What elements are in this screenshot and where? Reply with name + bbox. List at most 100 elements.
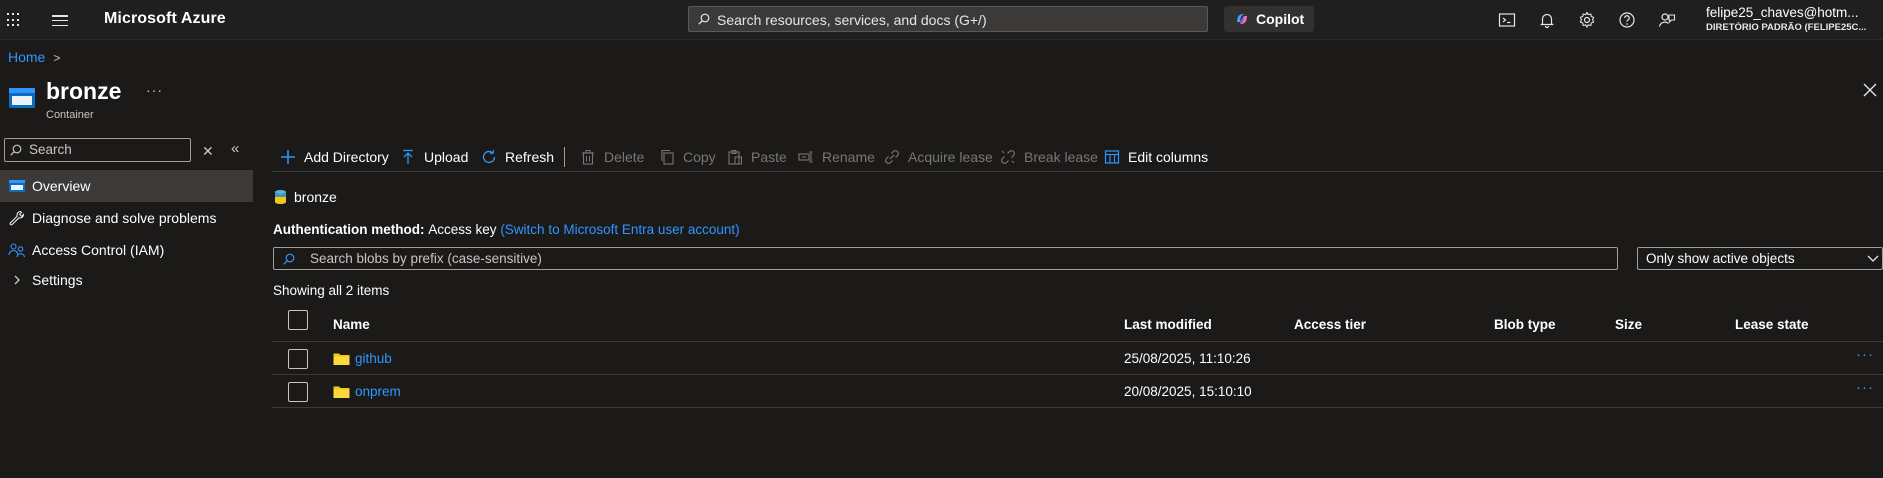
sidebar-item-access-control[interactable]: Access Control (IAM) — [0, 234, 253, 266]
upload-button[interactable]: Upload — [400, 143, 468, 171]
row-more-button[interactable]: ··· — [1856, 379, 1874, 396]
top-bar: Microsoft Azure Search resources, servic… — [0, 0, 1883, 40]
row-last-modified: 20/08/2025, 15:10:10 — [1124, 384, 1252, 399]
lease-link-icon — [885, 150, 899, 164]
container-path-label[interactable]: bronze — [294, 189, 337, 205]
trash-icon — [582, 150, 594, 165]
break-lease-button[interactable]: Break lease — [1000, 143, 1098, 171]
table-row[interactable]: github 25/08/2025, 11:10:26 ··· — [272, 342, 1883, 375]
row-checkbox[interactable] — [288, 349, 308, 369]
auth-method-value: Access key — [428, 222, 497, 237]
row-name-link[interactable]: github — [355, 351, 392, 366]
command-bar-divider — [272, 171, 1883, 172]
row-more-button[interactable]: ··· — [1856, 346, 1874, 363]
blob-prefix-search-placeholder: Search blobs by prefix (case-sensitive) — [310, 251, 542, 266]
delete-label: Delete — [604, 149, 645, 165]
rename-icon — [798, 151, 813, 163]
sidebar-item-label: Settings — [32, 272, 83, 288]
sidebar-search-input[interactable]: Search — [4, 138, 191, 162]
edit-columns-icon — [1104, 150, 1120, 164]
settings-gear-icon[interactable] — [1577, 10, 1597, 30]
search-icon — [10, 144, 22, 156]
switch-to-entra-link[interactable]: (Switch to Microsoft Entra user account) — [500, 222, 739, 237]
search-icon — [698, 13, 710, 25]
account-menu[interactable]: felipe25_chaves@hotm... DIRETÓRIO PADRÃO… — [1706, 5, 1883, 33]
sidebar-item-diagnose[interactable]: Diagnose and solve problems — [0, 202, 253, 234]
break-lease-label: Break lease — [1024, 149, 1098, 165]
column-blob-type[interactable]: Blob type — [1494, 317, 1556, 332]
edit-columns-button[interactable]: Edit columns — [1104, 143, 1208, 171]
container-cylinder-icon — [275, 190, 286, 204]
column-lease-state[interactable]: Lease state — [1735, 317, 1809, 332]
account-directory: DIRETÓRIO PADRÃO (FELIPE25C... — [1706, 22, 1867, 33]
column-size[interactable]: Size — [1615, 317, 1642, 332]
help-icon[interactable] — [1617, 10, 1637, 30]
chevron-down-icon — [1867, 255, 1879, 262]
copilot-button[interactable]: Copilot — [1224, 6, 1314, 32]
sidebar-item-overview[interactable]: Overview — [0, 170, 253, 202]
sidebar-item-settings[interactable]: Settings — [0, 264, 253, 296]
more-options-button[interactable]: ··· — [146, 82, 163, 98]
row-checkbox[interactable] — [288, 382, 308, 402]
page-title: bronze — [46, 78, 122, 104]
clear-search-button[interactable]: ✕ — [202, 143, 214, 160]
sidebar-search-placeholder: Search — [29, 142, 72, 157]
people-icon — [8, 243, 26, 258]
add-directory-button[interactable]: Add Directory — [280, 143, 389, 171]
breadcrumb-separator: > — [53, 51, 61, 65]
copy-icon — [661, 149, 674, 165]
blob-prefix-search-input[interactable]: Search blobs by prefix (case-sensitive) — [273, 247, 1618, 270]
acquire-lease-button[interactable]: Acquire lease — [884, 143, 993, 171]
column-last-modified[interactable]: Last modified — [1124, 317, 1212, 332]
search-icon — [283, 253, 295, 265]
acquire-lease-label: Acquire lease — [908, 149, 993, 165]
refresh-icon — [482, 149, 496, 164]
collapse-sidebar-button[interactable]: « — [231, 140, 239, 157]
active-objects-value: Only show active objects — [1646, 251, 1795, 266]
copy-button[interactable]: Copy — [659, 143, 716, 171]
table-row[interactable]: onprem 20/08/2025, 15:10:10 ··· — [272, 375, 1883, 408]
command-divider — [564, 147, 565, 167]
cloud-shell-icon[interactable] — [1497, 10, 1517, 30]
global-search-input[interactable]: Search resources, services, and docs (G+… — [688, 6, 1208, 32]
chevron-right-icon — [14, 275, 20, 285]
break-link-icon — [1001, 150, 1015, 164]
sidebar-item-label: Diagnose and solve problems — [32, 210, 217, 226]
add-directory-label: Add Directory — [304, 149, 389, 165]
rename-button[interactable]: Rename — [798, 143, 875, 171]
copilot-icon — [1237, 14, 1247, 24]
upload-label: Upload — [424, 149, 469, 165]
column-name[interactable]: Name — [333, 317, 370, 332]
wrench-icon — [9, 210, 25, 226]
refresh-button[interactable]: Refresh — [481, 143, 554, 171]
refresh-label: Refresh — [505, 149, 555, 165]
global-search-placeholder: Search resources, services, and docs (G+… — [717, 12, 987, 28]
container-icon — [9, 88, 35, 108]
close-icon[interactable] — [1862, 82, 1878, 98]
notifications-icon[interactable] — [1537, 10, 1557, 30]
row-name-link[interactable]: onprem — [355, 384, 401, 399]
column-access-tier[interactable]: Access tier — [1294, 317, 1366, 332]
sidebar-item-label: Access Control (IAM) — [32, 242, 165, 258]
delete-button[interactable]: Delete — [580, 143, 644, 171]
active-objects-dropdown[interactable]: Only show active objects — [1637, 247, 1883, 270]
container-path: bronze — [274, 189, 337, 205]
breadcrumb-home[interactable]: Home — [8, 49, 45, 65]
container-icon — [9, 180, 25, 192]
paste-button[interactable]: Paste — [727, 143, 787, 171]
paste-icon — [728, 150, 742, 165]
folder-icon — [333, 353, 350, 365]
feedback-icon[interactable] — [1657, 10, 1677, 30]
brand-title[interactable]: Microsoft Azure — [104, 10, 226, 28]
edit-columns-label: Edit columns — [1128, 149, 1209, 165]
auth-method-label: Authentication method: — [273, 222, 425, 237]
command-bar: Add Directory Upload Refresh Delete Copy… — [272, 143, 1883, 171]
folder-icon — [333, 386, 350, 398]
page-subtitle: Container — [46, 109, 94, 121]
sidebar-item-label: Overview — [32, 178, 91, 194]
select-all-checkbox[interactable] — [288, 310, 308, 330]
row-last-modified: 25/08/2025, 11:10:26 — [1124, 351, 1251, 366]
app-launcher-icon[interactable] — [7, 13, 21, 27]
table-header: Name Last modified Access tier Blob type… — [272, 306, 1883, 342]
portal-menu-icon[interactable] — [52, 15, 68, 26]
